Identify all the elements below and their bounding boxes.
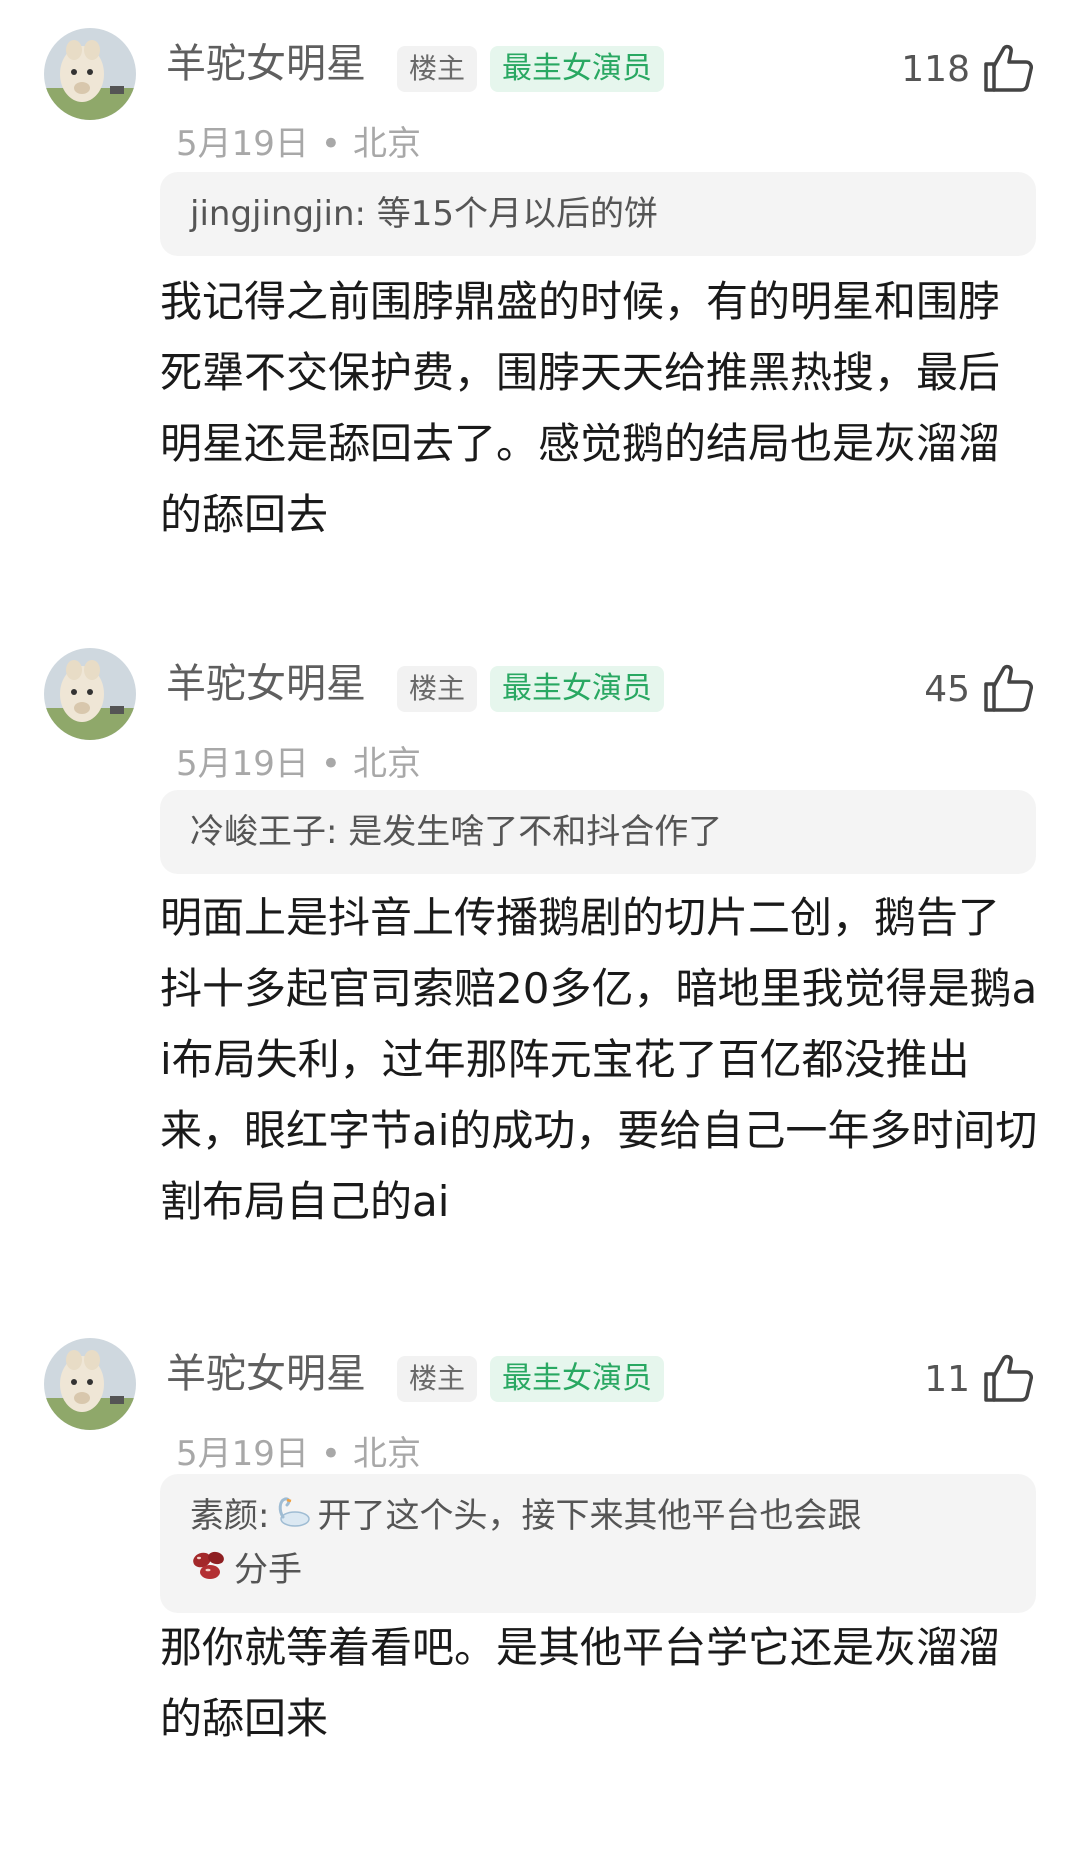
quote-author: 素颜: xyxy=(190,1496,270,1536)
author-name[interactable]: 羊驼女明星 xyxy=(166,658,366,710)
swan-emoji-icon xyxy=(273,1492,313,1544)
comment-meta: 5月19日 • 北京 xyxy=(176,1430,421,1478)
comment-date: 5月19日 xyxy=(176,124,309,164)
title-badge: 最圭女演员 xyxy=(490,46,664,92)
quote-text: 开了这个头，接下来其他平台也会跟 xyxy=(317,1496,862,1536)
thumbs-up-icon[interactable] xyxy=(980,40,1036,96)
author-name[interactable]: 羊驼女明星 xyxy=(166,1348,366,1400)
meta-separator: • xyxy=(320,124,341,164)
comment-meta: 5月19日 • 北京 xyxy=(176,740,421,788)
quote-text: 是发生啥了不和抖合作了 xyxy=(348,812,723,852)
like-count: 11 xyxy=(924,1359,970,1400)
like-count: 45 xyxy=(924,669,970,710)
like-count: 118 xyxy=(901,49,970,90)
thumbs-up-icon[interactable] xyxy=(980,660,1036,716)
quote-author: 冷峻王子: xyxy=(190,812,338,852)
meta-separator: • xyxy=(320,744,341,784)
comment-location: 北京 xyxy=(352,744,421,784)
op-badge: 楼主 xyxy=(397,46,478,92)
title-badge: 最圭女演员 xyxy=(490,666,664,712)
op-badge: 楼主 xyxy=(397,666,478,712)
comment-location: 北京 xyxy=(352,124,421,164)
meta-separator: • xyxy=(320,1434,341,1474)
quoted-reply[interactable]: jingjingjin: 等15个月以后的饼 xyxy=(160,172,1036,256)
beans-emoji-icon xyxy=(190,1545,230,1597)
comment-date: 5月19日 xyxy=(176,744,309,784)
comment-body: 明面上是抖音上传播鹅剧的切片二创，鹅告了抖十多起官司索赔20多亿，暗地里我觉得是… xyxy=(160,893,1038,1226)
author-name[interactable]: 羊驼女明星 xyxy=(166,38,366,90)
thumbs-up-icon[interactable] xyxy=(980,1350,1036,1406)
alpaca-avatar-icon[interactable] xyxy=(44,1338,136,1430)
title-badge: 最圭女演员 xyxy=(490,1356,664,1402)
comment-meta: 5月19日 • 北京 xyxy=(176,120,421,168)
op-badge: 楼主 xyxy=(397,1356,478,1402)
comment-body: 那你就等着看吧。是其他平台学它还是灰溜溜的舔回来 xyxy=(160,1623,1001,1743)
quote-text: 分手 xyxy=(234,1549,302,1590)
quote-text: 等15个月以后的饼 xyxy=(376,194,659,234)
quoted-reply[interactable]: 素颜: 开了这个头，接下来其他平台也会跟 分手 xyxy=(160,1474,1036,1613)
quote-author: jingjingjin: xyxy=(190,194,366,234)
comment-date: 5月19日 xyxy=(176,1434,309,1474)
quoted-reply[interactable]: 冷峻王子: 是发生啥了不和抖合作了 xyxy=(160,790,1036,874)
comment-location: 北京 xyxy=(352,1434,421,1474)
alpaca-avatar-icon[interactable] xyxy=(44,648,136,740)
alpaca-avatar-icon[interactable] xyxy=(44,28,136,120)
comment-body: 我记得之前围脖鼎盛的时候，有的明星和围脖死犟不交保护费，围脖天天给推黑热搜，最后… xyxy=(160,277,1001,539)
